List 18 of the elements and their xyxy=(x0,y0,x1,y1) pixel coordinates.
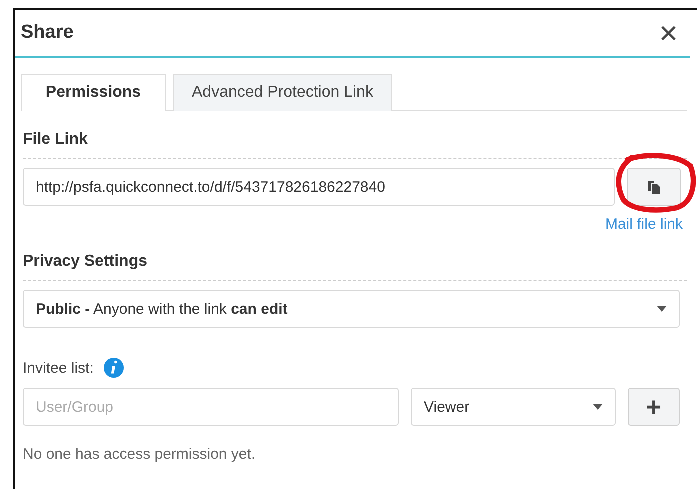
copy-button[interactable] xyxy=(627,168,681,206)
tab[interactable]: Permissions xyxy=(21,74,166,111)
privacy-dropdown[interactable]: Public - Anyone with the link can edit xyxy=(23,290,680,328)
role-dropdown[interactable]: Viewer xyxy=(411,388,616,426)
link-field[interactable]: http://psfa.quickconnect.to/d/f/543717826186227840 xyxy=(23,168,615,206)
empty-message: No one has access permission yet. xyxy=(23,446,257,463)
close-button[interactable]: × xyxy=(659,17,690,49)
invitee-label: Invitee list: xyxy=(23,360,94,376)
caret-icon xyxy=(593,404,603,410)
add-button[interactable]: + xyxy=(628,388,680,426)
section-heading: File Link xyxy=(23,131,88,148)
tab[interactable]: Advanced Protection Link xyxy=(173,74,392,111)
info-icon[interactable] xyxy=(104,358,124,378)
user-group-field[interactable]: User/Group xyxy=(23,388,399,426)
copy-icon xyxy=(647,180,661,194)
caret-icon xyxy=(657,306,667,312)
section-heading: Privacy Settings xyxy=(23,253,148,270)
dialog-title: Share xyxy=(21,22,74,44)
